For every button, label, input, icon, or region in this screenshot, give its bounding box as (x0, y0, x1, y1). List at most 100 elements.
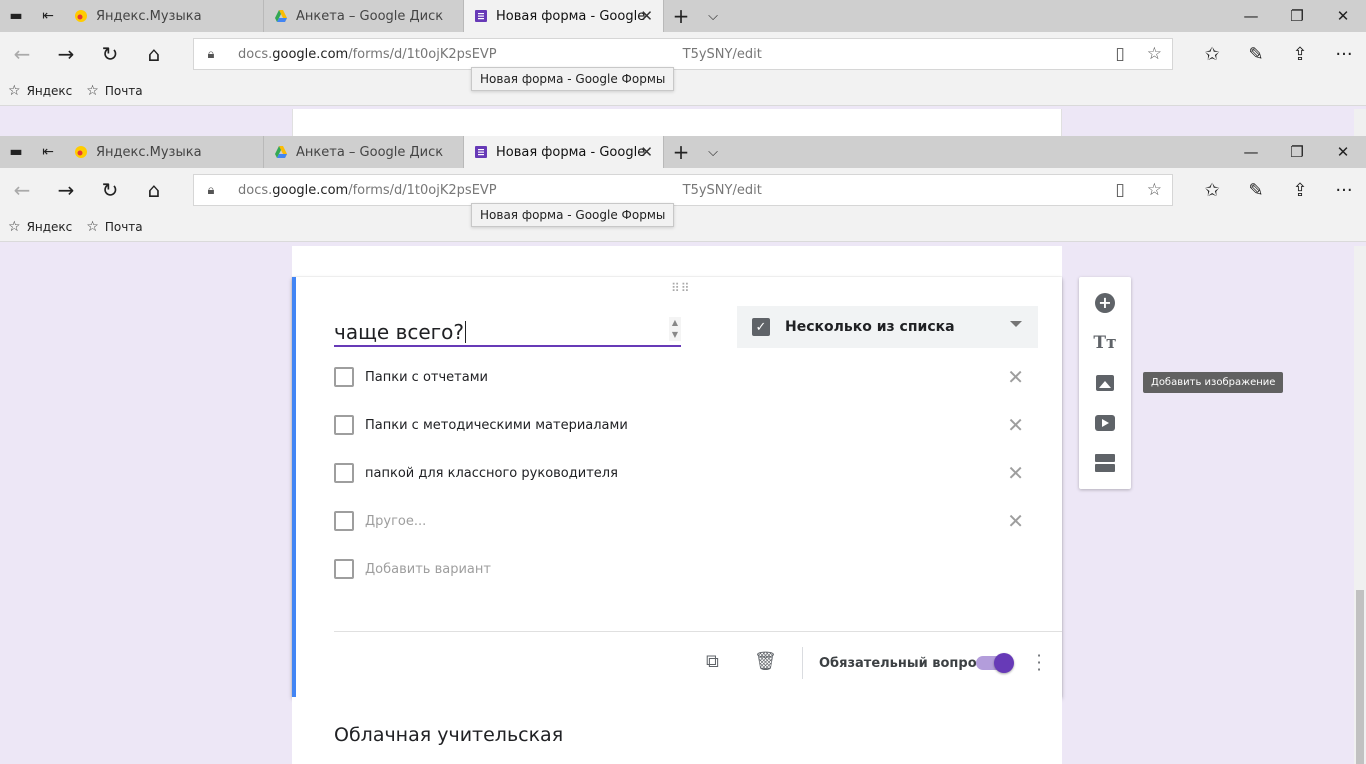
tab-google-drive[interactable]: Анкета – Google Диск (264, 136, 464, 168)
checkbox-icon (334, 511, 354, 531)
share-icon[interactable]: ⇪ (1278, 180, 1322, 201)
favorite-pochta[interactable]: ☆ Почта (86, 219, 142, 235)
google-drive-icon (275, 10, 287, 22)
checkbox-checked-icon: ✓ (752, 318, 770, 336)
option-row[interactable]: папкой для классного руководителя ✕ (334, 461, 1024, 485)
add-image-icon[interactable] (1079, 363, 1131, 403)
tab-manager-icon[interactable]: ▬ (0, 0, 32, 32)
remove-option-icon[interactable]: ✕ (1007, 413, 1024, 437)
address-bar[interactable]: 🔒︎ docs.google.com/forms/d/1t0ojK2psEVP T… (193, 38, 1173, 70)
minimize-icon[interactable]: — (1228, 136, 1274, 168)
tab-google-drive[interactable]: Анкета – Google Диск (264, 0, 464, 32)
tab-yandex-music[interactable]: Яндекс.Музыка (64, 0, 264, 32)
tab-tooltip: Новая форма - Google Формы (471, 67, 675, 91)
reading-view-icon[interactable]: ▯ (1115, 44, 1124, 64)
input-spinner-icon[interactable]: ▲ ▼ (669, 317, 681, 341)
ghost-scrollbar (1354, 109, 1366, 136)
nav-bar: ← → ↻ ⌂ 🔒︎ docs.google.com/forms/d/1t0oj… (0, 168, 1366, 227)
ghost-card-strip (292, 109, 1062, 136)
forward-icon[interactable]: → (44, 32, 88, 76)
required-toggle[interactable] (976, 653, 1014, 673)
favorite-star-icon[interactable]: ☆ (1147, 44, 1162, 64)
drag-handle-icon[interactable]: ⠿⠿ (671, 281, 691, 295)
add-option-label[interactable]: Добавить вариант (365, 562, 491, 577)
google-forms-icon (475, 146, 487, 158)
reading-view-icon[interactable]: ▯ (1115, 180, 1124, 200)
favorite-star-icon[interactable]: ☆ (1147, 180, 1162, 200)
chevron-down-icon[interactable]: ⌵ (698, 0, 728, 32)
home-icon[interactable]: ⌂ (132, 32, 176, 76)
tab-tooltip: Новая форма - Google Формы (471, 203, 675, 227)
option-label[interactable]: папкой для классного руководителя (365, 466, 618, 481)
remove-option-icon[interactable]: ✕ (1007, 509, 1024, 533)
remove-option-icon[interactable]: ✕ (1007, 365, 1024, 389)
close-window-icon[interactable]: ✕ (1320, 136, 1366, 168)
pen-icon[interactable]: ✎ (1234, 44, 1278, 65)
more-icon[interactable]: ··· (1322, 44, 1366, 65)
close-window-icon[interactable]: ✕ (1320, 0, 1366, 32)
home-icon[interactable]: ⌂ (132, 168, 176, 212)
star-icon: ☆ (86, 218, 99, 235)
new-tab-icon[interactable]: + (664, 136, 698, 168)
restore-icon[interactable]: ❐ (1274, 0, 1320, 32)
forward-icon[interactable]: → (44, 168, 88, 212)
address-bar[interactable]: 🔒︎ docs.google.com/forms/d/1t0ojK2psEVP T… (193, 174, 1173, 206)
close-icon[interactable]: ✕ (640, 7, 653, 25)
tab-manager-icon[interactable]: ▬ (0, 136, 32, 168)
star-icon: ☆ (86, 82, 99, 99)
favorite-yandex[interactable]: ☆ Яндекс (8, 219, 72, 235)
chevron-down-icon[interactable]: ⌵ (698, 136, 728, 168)
remove-option-icon[interactable]: ✕ (1007, 461, 1024, 485)
page-scrollbar[interactable] (1354, 246, 1366, 764)
add-section-icon[interactable] (1079, 443, 1131, 483)
share-icon[interactable]: ⇪ (1278, 44, 1322, 65)
question-card[interactable]: ⠿⠿ чаще всего? ▲ ▼ ✓ Несколько из списка … (292, 277, 1062, 697)
favorite-pochta[interactable]: ☆ Почта (86, 83, 142, 99)
close-icon[interactable]: ✕ (640, 143, 653, 161)
other-option-label: Другое... (365, 513, 427, 529)
add-title-icon[interactable]: Tт (1079, 323, 1131, 363)
more-vert-icon[interactable]: · · · (1034, 648, 1044, 678)
add-question-icon[interactable]: + (1079, 283, 1131, 323)
window-controls: — ❐ ✕ (1228, 136, 1366, 168)
back-icon[interactable]: ← (0, 168, 44, 212)
set-aside-tabs-icon[interactable]: ⇤ (32, 0, 64, 32)
option-row[interactable]: Папки с отчетами ✕ (334, 365, 1024, 389)
new-tab-icon[interactable]: + (664, 0, 698, 32)
set-aside-tabs-icon[interactable]: ⇤ (32, 136, 64, 168)
tab-label: Анкета – Google Диск (296, 8, 444, 24)
tab-google-forms[interactable]: Новая форма - Google ✕ (464, 0, 664, 32)
add-option-row[interactable]: Добавить вариант (334, 557, 1024, 581)
tab-label: Новая форма - Google (496, 8, 646, 24)
trash-icon[interactable]: 🗑︎ (754, 651, 777, 672)
back-icon[interactable]: ← (0, 32, 44, 76)
window-controls: — ❐ ✕ (1228, 0, 1366, 32)
other-option-row[interactable]: Другое... ✕ (334, 509, 1024, 533)
option-label[interactable]: Папки с методическими материалами (365, 418, 628, 433)
favorites-hub-icon[interactable]: ✩ (1190, 44, 1234, 65)
option-label[interactable]: Папки с отчетами (365, 370, 488, 385)
url-text: docs.google.com/forms/d/1t0ojK2psEVP T5yS… (238, 46, 762, 62)
duplicate-icon[interactable]: ⧉ (706, 651, 719, 672)
star-icon: ☆ (8, 82, 21, 99)
favorite-yandex[interactable]: ☆ Яндекс (8, 83, 72, 99)
favorites-hub-icon[interactable]: ✩ (1190, 180, 1234, 201)
tab-google-forms[interactable]: Новая форма - Google ✕ (464, 136, 664, 168)
add-video-icon[interactable] (1079, 403, 1131, 443)
checkbox-icon (334, 559, 354, 579)
refresh-icon[interactable]: ↻ (88, 168, 132, 212)
toggle-knob (994, 653, 1014, 673)
restore-icon[interactable]: ❐ (1274, 136, 1320, 168)
question-title-input[interactable]: чаще всего? ▲ ▼ (334, 317, 681, 347)
option-row[interactable]: Папки с методическими материалами ✕ (334, 413, 1024, 437)
url-text: docs.google.com/forms/d/1t0ojK2psEVP T5yS… (238, 182, 762, 198)
refresh-icon[interactable]: ↻ (88, 32, 132, 76)
checkbox-icon (334, 367, 354, 387)
question-type-dropdown[interactable]: ✓ Несколько из списка (737, 306, 1038, 348)
next-section-card[interactable]: Облачная учительская (292, 697, 1062, 764)
more-icon[interactable]: ··· (1322, 180, 1366, 201)
tab-yandex-music[interactable]: Яндекс.Музыка (64, 136, 264, 168)
minimize-icon[interactable]: — (1228, 0, 1274, 32)
pen-icon[interactable]: ✎ (1234, 180, 1278, 201)
scrollbar-thumb[interactable] (1356, 590, 1364, 764)
